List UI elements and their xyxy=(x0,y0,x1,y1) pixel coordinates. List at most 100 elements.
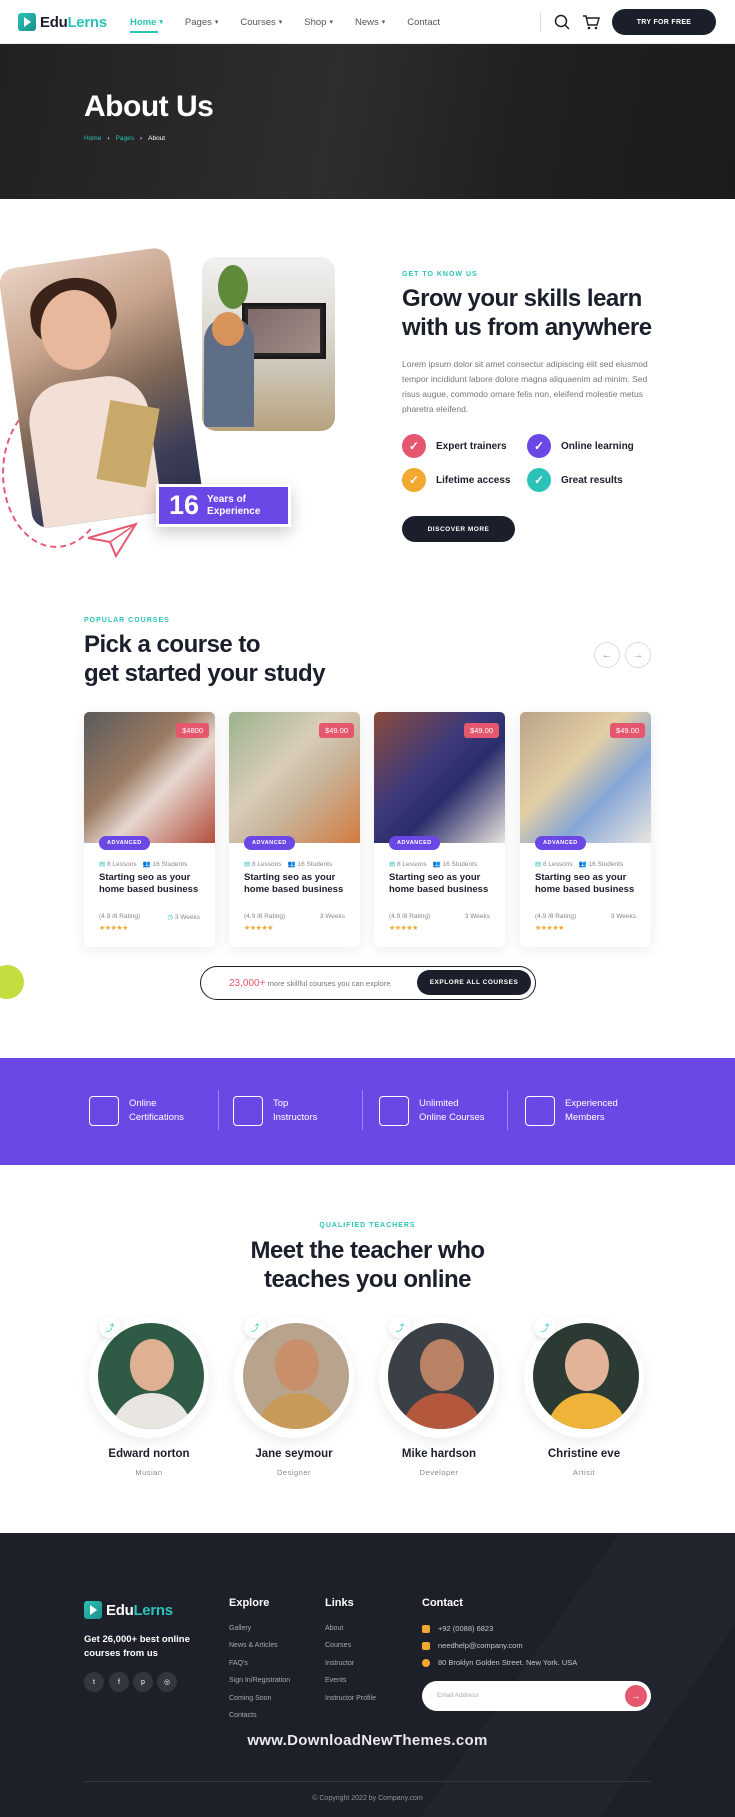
footer-link-about[interactable]: About xyxy=(325,1625,343,1632)
contact-phone[interactable]: +92 (0088) 6823 xyxy=(422,1624,493,1633)
explore-courses-banner: 23,000+ more skillful courses you can ex… xyxy=(200,966,536,1000)
course-rating: (4.9 /8 Rating) xyxy=(535,913,577,920)
nav-pages[interactable]: Pages ▾ xyxy=(185,15,218,29)
chevron-down-icon: ▾ xyxy=(381,19,386,26)
search-icon[interactable] xyxy=(553,13,571,31)
footer-divider xyxy=(84,1781,651,1782)
twitter-icon[interactable]: t xyxy=(84,1672,104,1692)
instructor-icon xyxy=(233,1096,263,1126)
logo[interactable]: EduLerns xyxy=(18,10,107,34)
footer-link-faq[interactable]: FAQ's xyxy=(229,1660,248,1667)
carousel-prev-button[interactable]: ← xyxy=(594,642,620,668)
header-divider xyxy=(540,12,541,32)
subscribe-button[interactable]: → xyxy=(625,1685,647,1707)
email-input[interactable]: Email Address xyxy=(437,1692,479,1699)
cart-icon[interactable] xyxy=(582,13,600,31)
share-icon[interactable]: ⤴ xyxy=(534,1316,556,1338)
course-title[interactable]: Starting seo as your home based business xyxy=(535,872,645,896)
course-price: $49.00 xyxy=(319,723,354,738)
course-duration: 3 Weeks xyxy=(174,914,200,921)
course-price: $4800 xyxy=(176,723,209,738)
footer-logo[interactable]: EduLerns xyxy=(84,1598,173,1622)
breadcrumb-home[interactable]: Home xyxy=(84,135,101,142)
teachers-title: Meet the teacher who teaches you online xyxy=(250,1237,485,1293)
footer-link-coming-soon[interactable]: Coming Soon xyxy=(229,1695,271,1702)
breadcrumb-pages[interactable]: Pages xyxy=(116,135,134,142)
logo-text-suffix: Lerns xyxy=(67,13,107,31)
lessons-icon: ▤ xyxy=(389,861,396,868)
nav-news[interactable]: News ▾ xyxy=(355,15,385,29)
footer-link-instructor-profile[interactable]: Instructor Profile xyxy=(325,1695,376,1702)
teacher-role: Musian xyxy=(135,1468,163,1477)
course-lessons: 8 Lessons xyxy=(396,861,427,868)
star-rating-icon: ★★★★★ xyxy=(244,925,273,932)
feature-expert-trainers: ✓ Expert trainers xyxy=(402,434,507,458)
page-title: About Us xyxy=(84,90,214,123)
certificate-icon xyxy=(89,1096,119,1126)
contact-address: 80 Broklyn Golden Street. New York. USA xyxy=(422,1658,577,1667)
footer-explore-heading: Explore xyxy=(229,1597,270,1609)
teachers-eyebrow: QUALIFIED TEACHERS xyxy=(319,1222,416,1229)
teacher-role: Designer xyxy=(276,1468,311,1477)
check-icon: ✓ xyxy=(527,434,551,458)
breadcrumb-current: About xyxy=(148,135,166,142)
footer-link-signin[interactable]: Sign In/Registration xyxy=(229,1677,290,1684)
share-icon[interactable]: ⤴ xyxy=(244,1316,266,1338)
nav-shop-label: Shop xyxy=(304,16,327,28)
avatar xyxy=(243,1323,349,1429)
footer-link-news[interactable]: News & Articles xyxy=(229,1642,278,1649)
band-item-instructors: Top Instructors xyxy=(233,1096,317,1126)
course-lessons: 8 Lessons xyxy=(106,861,137,868)
footer-link-instructor[interactable]: Instructor xyxy=(325,1660,354,1667)
share-icon[interactable]: ⤴ xyxy=(99,1316,121,1338)
course-card[interactable]: $4800 ADVANCED ▤ 8 Lessons 👥 16 Students … xyxy=(84,712,215,947)
course-card[interactable]: $49.00 ADVANCED ▤ 8 Lessons 👥 16 Students… xyxy=(374,712,505,947)
nav-shop[interactable]: Shop ▾ xyxy=(304,15,333,29)
discover-more-button[interactable]: DISCOVER MORE xyxy=(402,516,515,542)
phone-icon xyxy=(422,1624,430,1633)
footer-tagline: Get 26,000+ best online courses from us xyxy=(84,1634,190,1659)
course-students: 16 Students xyxy=(442,861,478,868)
facebook-icon[interactable]: f xyxy=(109,1672,129,1692)
nav-courses[interactable]: Courses ▾ xyxy=(240,15,282,29)
courses-title: Pick a course to get started your study xyxy=(84,631,326,687)
band-item-certifications: Online Certifications xyxy=(89,1096,184,1126)
share-icon[interactable]: ⤴ xyxy=(389,1316,411,1338)
try-for-free-button[interactable]: TRY FOR FREE xyxy=(612,9,716,35)
feature-lifetime-access: ✓ Lifetime access xyxy=(402,468,511,492)
course-title[interactable]: Starting seo as your home based business xyxy=(389,872,499,896)
course-card[interactable]: $49.00 ADVANCED ▤ 8 Lessons 👥 16 Students… xyxy=(229,712,360,947)
course-title[interactable]: Starting seo as your home based business xyxy=(99,872,209,896)
star-rating-icon: ★★★★★ xyxy=(99,925,128,932)
check-icon: ✓ xyxy=(527,468,551,492)
lessons-icon: ▤ xyxy=(244,861,251,868)
students-icon: 👥 xyxy=(578,861,587,868)
course-count: 23,000+ xyxy=(229,978,266,989)
breadcrumb: Home › Pages › About xyxy=(84,135,165,142)
course-students: 16 Students xyxy=(152,861,188,868)
footer-link-contacts[interactable]: Contacts xyxy=(229,1712,257,1719)
course-title[interactable]: Starting seo as your home based business xyxy=(244,872,354,896)
experience-label-1: Years of xyxy=(207,493,246,505)
contact-email[interactable]: needhelp@company.com xyxy=(422,1641,523,1650)
footer-link-courses[interactable]: Courses xyxy=(325,1642,351,1649)
instagram-icon[interactable]: ◎ xyxy=(157,1672,177,1692)
students-icon: 👥 xyxy=(432,861,441,868)
footer-link-events[interactable]: Events xyxy=(325,1677,346,1684)
nav-home[interactable]: Home ▾ xyxy=(130,15,163,33)
about-description: Lorem ipsum dolor sit amet consectur adi… xyxy=(402,359,648,414)
students-icon: 👥 xyxy=(142,861,151,868)
explore-all-courses-button[interactable]: EXPLORE ALL COURSES xyxy=(417,970,531,995)
nav-contact-label: Contact xyxy=(407,16,440,28)
experience-years: 16 xyxy=(169,490,200,520)
course-card[interactable]: $49.00 ADVANCED ▤ 8 Lessons 👥 16 Students… xyxy=(520,712,651,947)
footer-logo-suffix: Lerns xyxy=(133,1601,173,1619)
teacher-role: Developer xyxy=(419,1468,459,1477)
nav-contact[interactable]: Contact xyxy=(407,15,440,29)
chevron-right-icon: › xyxy=(107,135,110,142)
footer-link-gallery[interactable]: Gallery xyxy=(229,1625,251,1632)
carousel-next-button[interactable]: → xyxy=(625,642,651,668)
pinterest-icon[interactable]: p xyxy=(133,1672,153,1692)
teacher-name: Jane seymour xyxy=(255,1448,333,1460)
about-title: Grow your skills learn with us from anyw… xyxy=(402,285,652,341)
